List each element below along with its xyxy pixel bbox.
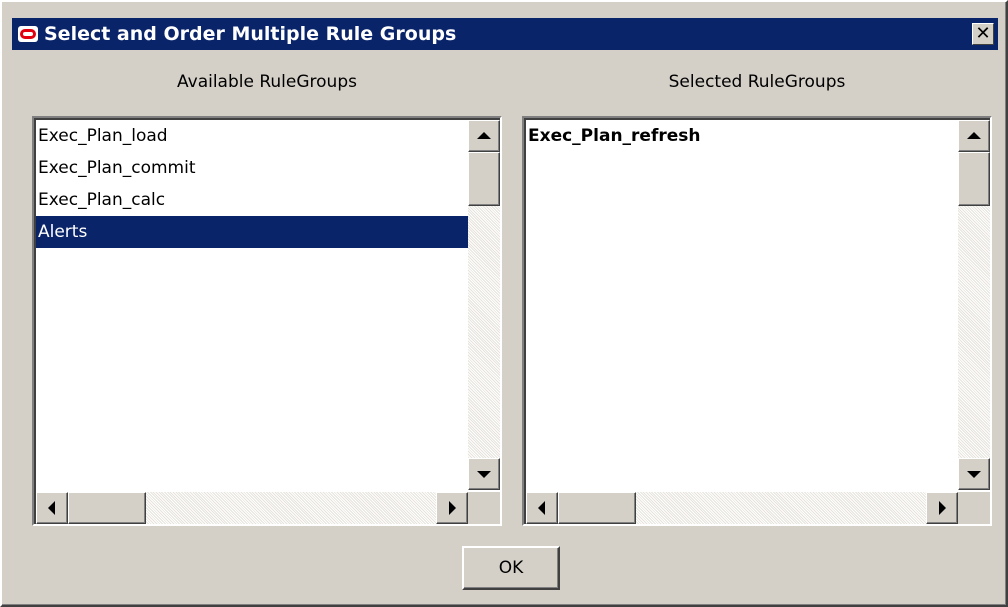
scroll-left-arrow-icon	[538, 501, 545, 515]
selected-horizontal-scroll-thumb[interactable]	[558, 492, 636, 524]
scroll-down-arrow-icon	[477, 471, 491, 478]
selected-list-content: Exec_Plan_refresh	[526, 120, 958, 490]
selected-scroll-left-button[interactable]	[526, 492, 558, 524]
available-scroll-up-button[interactable]	[468, 120, 500, 152]
list-item-exec-plan-commit[interactable]: Exec_Plan_commit	[36, 152, 468, 184]
selected-vertical-scrollbar[interactable]	[958, 120, 990, 490]
list-item-exec-plan-load[interactable]: Exec_Plan_load	[36, 120, 468, 152]
selected-scroll-up-button[interactable]	[958, 120, 990, 152]
close-button[interactable]: ✕	[972, 23, 994, 45]
selected-scrollbar-corner	[958, 492, 990, 524]
scroll-down-arrow-icon	[967, 471, 981, 478]
close-icon: ✕	[975, 23, 991, 44]
available-rulegroups-list[interactable]: Exec_Plan_load Exec_Plan_commit Exec_Pla…	[32, 116, 502, 526]
scroll-right-arrow-icon	[939, 501, 946, 515]
oracle-logo-icon	[18, 26, 38, 42]
available-horizontal-scroll-thumb[interactable]	[68, 492, 146, 524]
selected-rulegroups-label: Selected RuleGroups	[668, 72, 846, 92]
available-rulegroups-label: Available RuleGroups	[177, 72, 357, 92]
available-vertical-scroll-thumb[interactable]	[468, 152, 500, 206]
available-list-content: Exec_Plan_load Exec_Plan_commit Exec_Pla…	[36, 120, 468, 490]
scroll-left-arrow-icon	[48, 501, 55, 515]
available-scroll-left-button[interactable]	[36, 492, 68, 524]
selected-scroll-down-button[interactable]	[958, 458, 990, 490]
available-scrollbar-corner	[468, 492, 500, 524]
available-scroll-right-button[interactable]	[436, 492, 468, 524]
selected-vertical-scroll-thumb[interactable]	[958, 152, 990, 206]
selected-scroll-right-button[interactable]	[926, 492, 958, 524]
available-vertical-scrollbar[interactable]	[468, 120, 500, 490]
selected-horizontal-scrollbar[interactable]	[526, 492, 958, 524]
scroll-up-arrow-icon	[477, 132, 491, 139]
available-scroll-down-button[interactable]	[468, 458, 500, 490]
ok-button[interactable]: OK	[462, 546, 560, 590]
list-item-alerts[interactable]: Alerts	[36, 216, 468, 248]
list-item-exec-plan-calc[interactable]: Exec_Plan_calc	[36, 184, 468, 216]
dialog-window: Select and Order Multiple Rule Groups ✕ …	[0, 0, 1008, 607]
scroll-up-arrow-icon	[967, 132, 981, 139]
dialog-title: Select and Order Multiple Rule Groups	[44, 23, 457, 45]
scroll-right-arrow-icon	[449, 501, 456, 515]
available-horizontal-scrollbar[interactable]	[36, 492, 468, 524]
title-bar[interactable]: Select and Order Multiple Rule Groups ✕	[12, 18, 998, 50]
selected-rulegroups-list[interactable]: Exec_Plan_refresh	[522, 116, 992, 526]
list-item-exec-plan-refresh[interactable]: Exec_Plan_refresh	[526, 120, 958, 152]
